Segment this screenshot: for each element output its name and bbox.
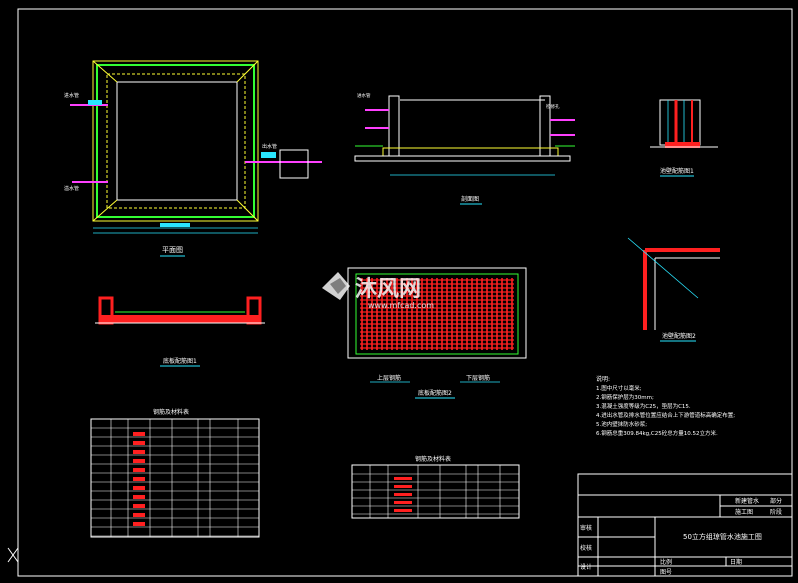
top-rebar-label: 上层钢筋 xyxy=(377,374,401,382)
rebar-shape-mark xyxy=(394,485,412,488)
plan-view xyxy=(70,60,322,257)
rebar-shape-mark xyxy=(133,477,145,481)
note-5: 5.池内壁抹防水砂浆; xyxy=(596,420,647,428)
table-1-title: 钢筋及材料表 xyxy=(153,408,189,416)
rebar-shape-mark xyxy=(133,486,145,490)
plan-wall-mid xyxy=(106,73,246,209)
tb-date: 日期 xyxy=(730,558,742,566)
rebar-shape-mark xyxy=(133,468,145,472)
table-2-title: 钢筋及材料表 xyxy=(415,455,451,463)
rebar-shape-mark xyxy=(133,495,145,499)
watermark: 沐风网 www.mfcad.com xyxy=(322,272,434,310)
plan-inlet-label: 进水管 xyxy=(64,92,79,99)
tb-drawing-no: 图号 xyxy=(660,569,672,576)
rebar-shape-mark xyxy=(133,450,145,454)
cad-drawing: 平面图 进水管 溢水管 出水管 剖面图 进水管 检修孔 池壁配筋图1 池壁配筋图… xyxy=(7,8,793,577)
material-table-1 xyxy=(90,418,260,538)
tb-check: 校核 xyxy=(580,544,592,552)
wall-rebar-1-label: 池壁配筋图1 xyxy=(660,167,694,175)
rebar-shape-mark xyxy=(394,509,412,512)
plan-valve-well xyxy=(279,149,309,179)
wall-rebar-2-view xyxy=(627,237,720,342)
plan-wall-outer xyxy=(96,64,255,218)
rebar-shape-mark xyxy=(133,432,145,436)
rebar-shape-mark xyxy=(133,441,145,445)
wall-rebar-2-label: 池壁配筋图2 xyxy=(662,332,696,340)
plan-outlet-tag xyxy=(261,152,276,158)
notes-header: 说明: xyxy=(596,375,610,383)
tb-review: 审核 xyxy=(580,524,592,532)
note-1: 1.图中尺寸以毫米; xyxy=(596,384,642,392)
watermark-logo-icon xyxy=(322,272,350,300)
bottom-rebar-1-label: 底板配筋图1 xyxy=(163,357,197,365)
plan-overflow-label: 溢水管 xyxy=(64,185,79,192)
plan-wall-inner xyxy=(116,81,238,201)
bottom-rebar-1-view xyxy=(95,296,265,367)
rebar-shape-mark xyxy=(133,522,145,526)
plan-outlet-label: 出水管 xyxy=(262,143,277,150)
wall-rebar-1-view xyxy=(650,99,718,177)
note-6: 6.钢筋总重309.84kg,C25砼总方量10.52立方米. xyxy=(596,429,718,437)
section-slab xyxy=(382,147,559,157)
plan-view-label: 平面图 xyxy=(162,246,183,254)
title-block xyxy=(577,473,793,577)
tb-project-2: 部分 xyxy=(770,497,782,505)
note-3: 3.混凝土强度等级为C25，垫层为C15. xyxy=(596,402,691,410)
plan-outer-edge xyxy=(92,60,259,222)
tb-stage-1: 施工图 xyxy=(735,508,753,516)
rebar-shape-mark xyxy=(133,504,145,508)
watermark-url: www.mfcad.com xyxy=(368,301,434,310)
bottom-rebar-2-label: 底板配筋图2 xyxy=(418,389,452,397)
plan-inlet-tag xyxy=(88,100,102,105)
tb-scale: 比例 xyxy=(660,558,672,566)
rebar-shape-mark xyxy=(394,501,412,504)
ucs-axis-icon xyxy=(7,547,19,563)
rebar-shape-mark xyxy=(133,459,145,463)
section-view xyxy=(354,95,575,205)
section-inlet-label: 进水管 xyxy=(357,92,371,99)
rebar-shape-mark xyxy=(394,477,412,480)
note-4: 4.进出水管及排水管位置应结合上下游管道标高确定布置; xyxy=(596,411,735,419)
section-view-label: 剖面图 xyxy=(461,195,479,203)
material-table-2 xyxy=(351,464,520,519)
rebar-shape-mark xyxy=(133,513,145,517)
note-2: 2.钢筋保护层为30mm; xyxy=(596,393,654,401)
tb-stage-2: 阶段 xyxy=(770,508,782,516)
section-manhole-label: 检修孔 xyxy=(546,103,560,110)
tb-drawing-title: 50立方组琼管水池施工图 xyxy=(683,532,762,541)
watermark-brand: 沐风网 xyxy=(355,277,421,302)
bottom-rebar-label: 下层钢筋 xyxy=(466,374,490,382)
notes-block: 说明: 1.图中尺寸以毫米; 2.钢筋保护层为30mm; 3.混凝土强度等级为C… xyxy=(596,375,735,437)
rebar-shape-mark xyxy=(394,493,412,496)
tb-design: 设计 xyxy=(580,563,592,571)
tb-project-1: 新建管水 xyxy=(735,497,759,505)
